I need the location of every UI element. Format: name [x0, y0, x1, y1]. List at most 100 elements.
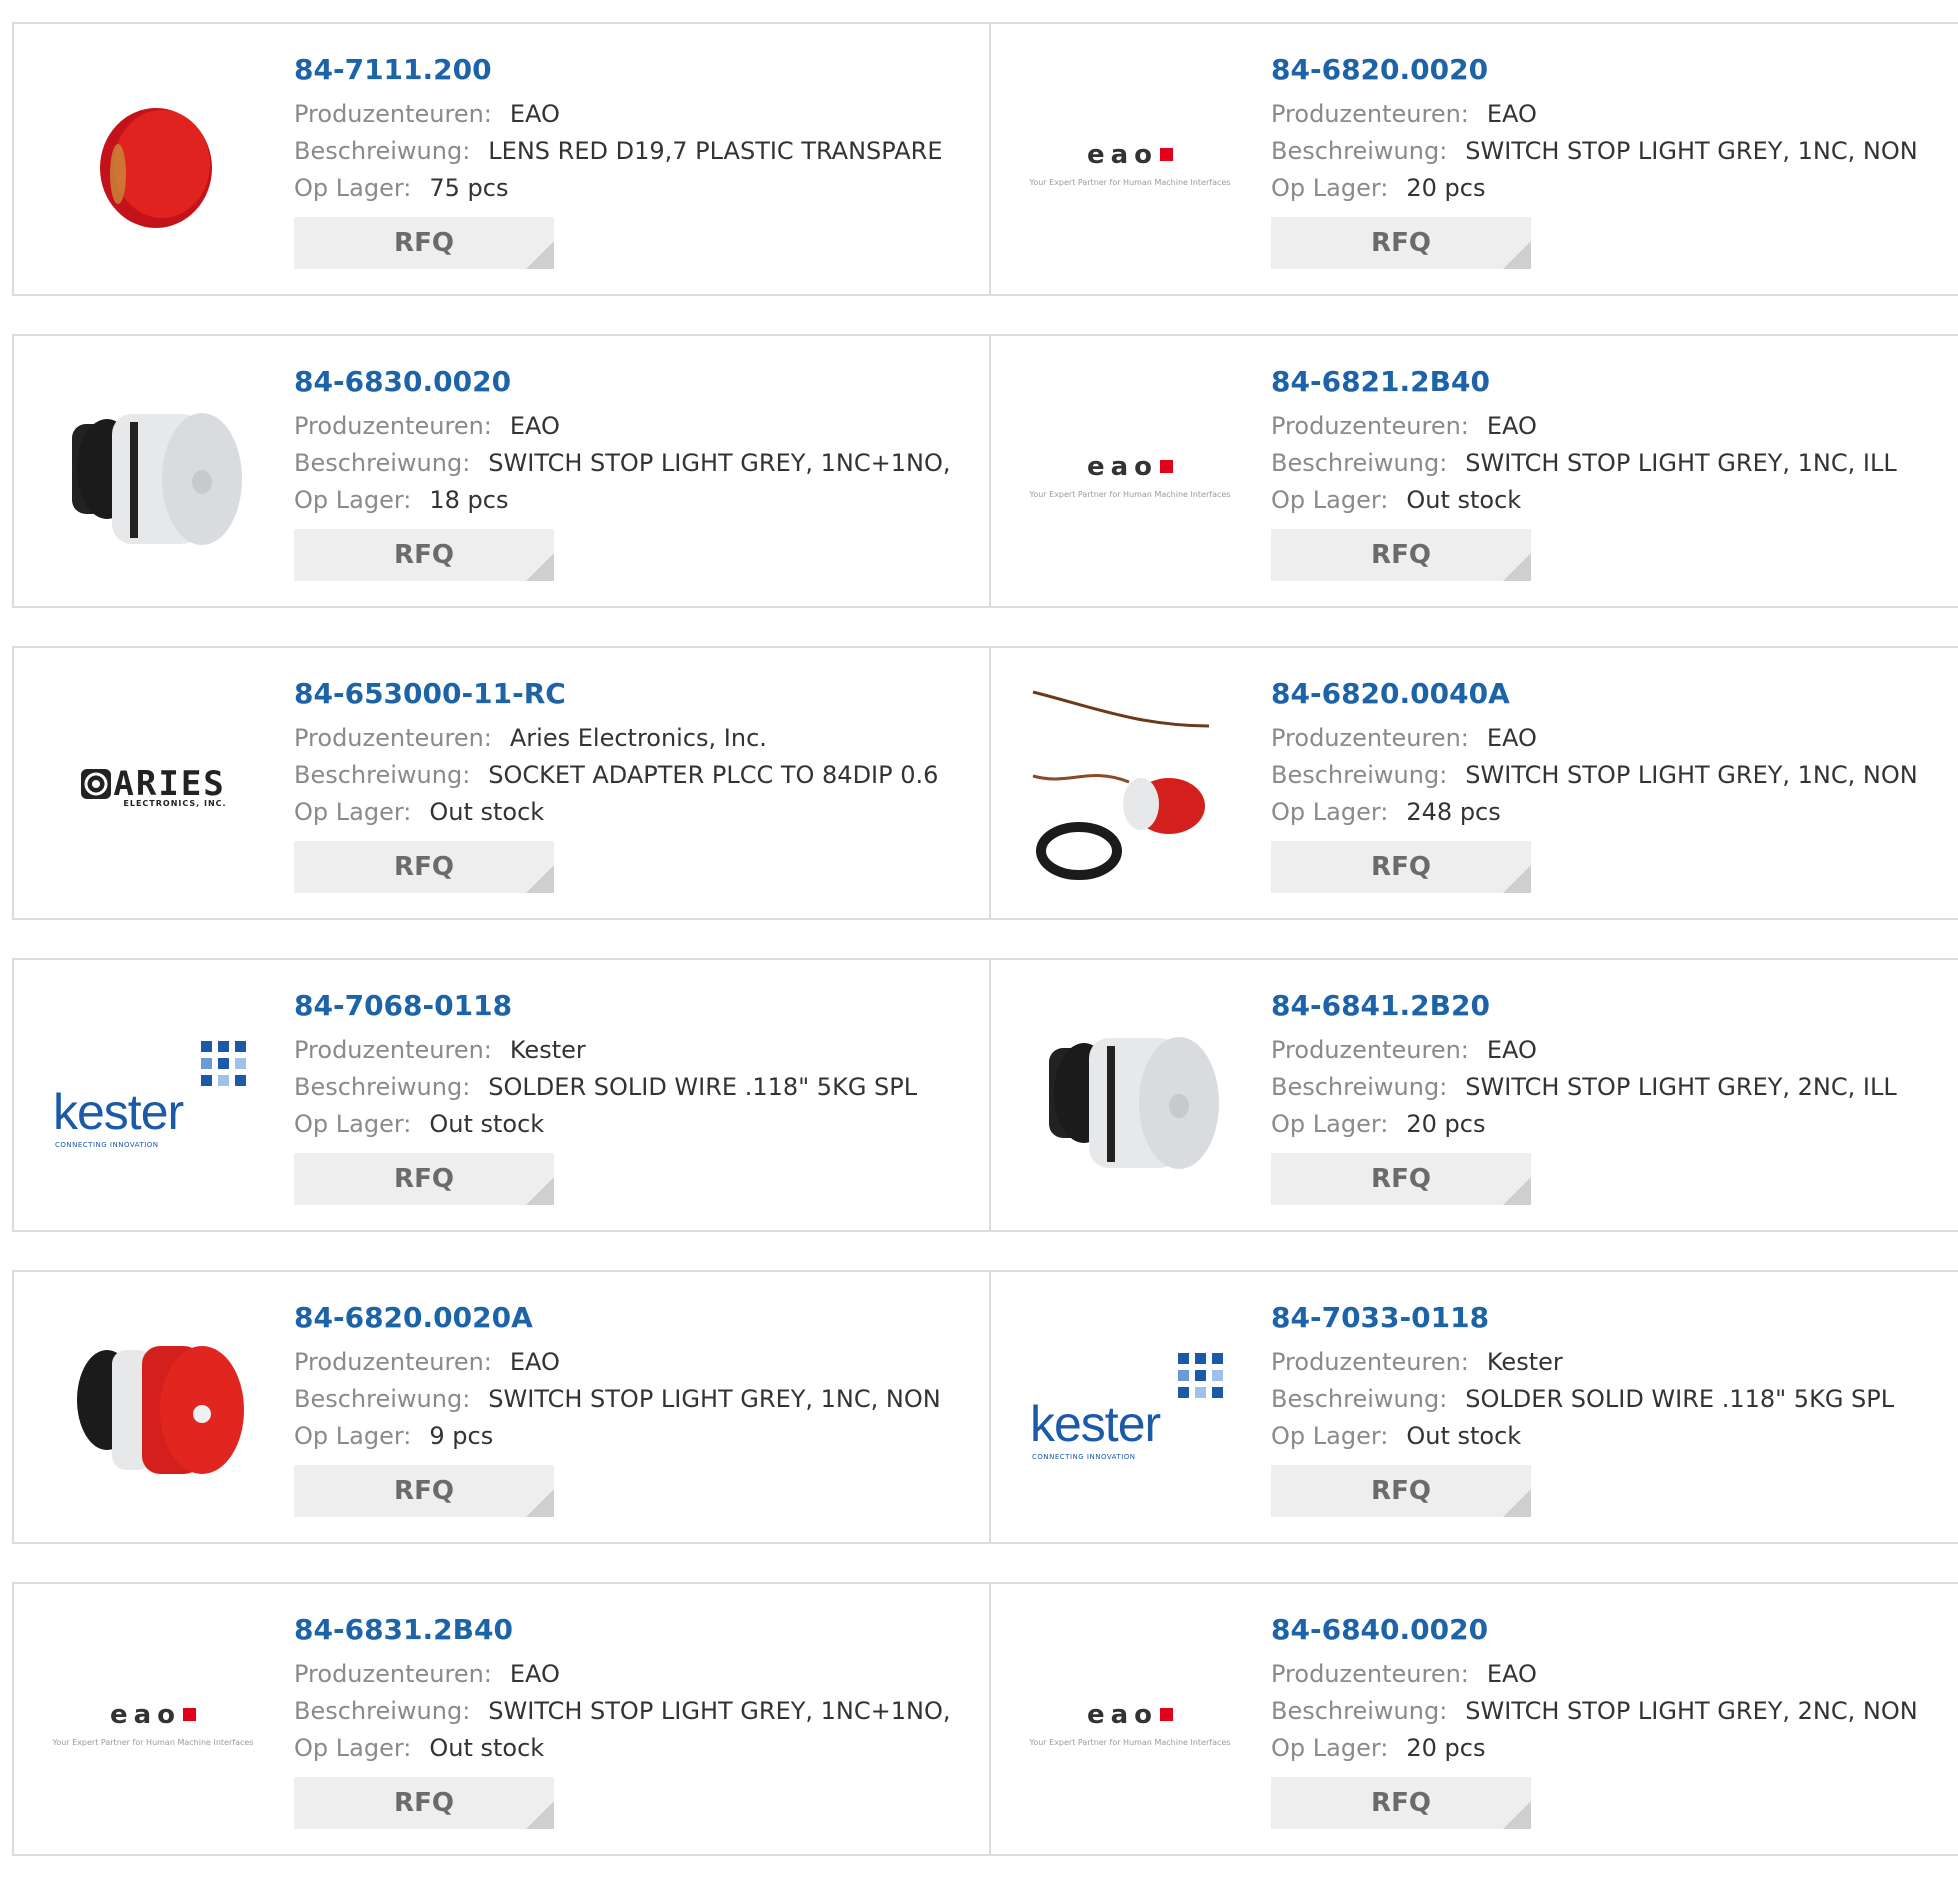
stock-value: Out stock — [429, 1734, 545, 1762]
product-thumbnail[interactable]: eao Your Expert Partner for Human Machin… — [1029, 62, 1231, 264]
rfq-button[interactable]: RFQ — [294, 1777, 554, 1829]
manufacturer-row: Produzenteuren: EAO — [294, 1344, 979, 1381]
rfq-button[interactable]: RFQ — [294, 1153, 554, 1205]
part-number-link[interactable]: 84-6820.0020 — [1271, 52, 1948, 88]
stock-label: Op Lager: — [294, 174, 412, 202]
manufacturer-label: Produzenteuren: — [1271, 1036, 1469, 1064]
part-number-link[interactable]: 84-6841.2B20 — [1271, 988, 1948, 1024]
rfq-button[interactable]: RFQ — [294, 529, 554, 581]
part-number-link[interactable]: 84-7033-0118 — [1271, 1300, 1948, 1336]
red-lens-image — [100, 108, 212, 228]
product-card: ARIES ELECTRONICS, INC. 84-653000-11-RC … — [12, 646, 991, 920]
part-number-link[interactable]: 84-6821.2B40 — [1271, 364, 1948, 400]
product-thumbnail[interactable]: eao Your Expert Partner for Human Machin… — [1029, 374, 1231, 576]
product-thumbnail[interactable] — [52, 374, 254, 576]
corner-triangle-icon — [526, 241, 554, 269]
product-info: 84-7111.200 Produzenteuren: EAO Beschreiw… — [294, 52, 979, 269]
corner-triangle-icon — [526, 1489, 554, 1517]
stock-label: Op Lager: — [1271, 1422, 1389, 1450]
part-number-link[interactable]: 84-6820.0040A — [1271, 676, 1948, 712]
rfq-button[interactable]: RFQ — [1271, 1465, 1531, 1517]
product-thumbnail[interactable]: kester CONNECTING INNOVATION — [1029, 1310, 1231, 1512]
rfq-button[interactable]: RFQ — [294, 217, 554, 269]
stock-label: Op Lager: — [1271, 174, 1389, 202]
description-label: Beschreiwung: — [1271, 1385, 1448, 1413]
product-thumbnail[interactable] — [1029, 998, 1231, 1200]
stock-value: 248 pcs — [1406, 798, 1501, 826]
manufacturer-row: Produzenteuren: EAO — [1271, 1656, 1948, 1693]
description-row: Beschreiwung: SWITCH STOP LIGHT GREY, 1NC… — [1271, 133, 1948, 170]
product-thumbnail[interactable] — [52, 62, 254, 264]
product-card: eao Your Expert Partner for Human Machin… — [991, 334, 1958, 608]
eao-logo: eao Your Expert Partner for Human Machin… — [1029, 139, 1231, 187]
rfq-label: RFQ — [394, 1476, 454, 1506]
stock-value: 20 pcs — [1406, 174, 1486, 202]
rfq-button[interactable]: RFQ — [294, 841, 554, 893]
stock-row: Op Lager: 20 pcs — [1271, 170, 1948, 207]
part-number-link[interactable]: 84-7068-0118 — [294, 988, 979, 1024]
description-row: Beschreiwung: SWITCH STOP LIGHT GREY, 2NC… — [1271, 1693, 1948, 1730]
corner-triangle-icon — [1503, 865, 1531, 893]
part-number-link[interactable]: 84-6830.0020 — [294, 364, 979, 400]
stock-value: Out stock — [429, 798, 545, 826]
rfq-button[interactable]: RFQ — [1271, 217, 1531, 269]
product-thumbnail[interactable]: ARIES ELECTRONICS, INC. — [52, 686, 254, 888]
corner-triangle-icon — [526, 1177, 554, 1205]
part-number-link[interactable]: 84-6820.0020A — [294, 1300, 979, 1336]
rfq-button[interactable]: RFQ — [1271, 1777, 1531, 1829]
rfq-label: RFQ — [1371, 852, 1431, 882]
product-info: 84-6820.0020A Produzenteuren: EAO Beschre… — [294, 1300, 979, 1517]
part-number-link[interactable]: 84-6831.2B40 — [294, 1612, 979, 1648]
product-info: 84-6831.2B40 Produzenteuren: EAO Beschrei… — [294, 1612, 979, 1829]
description-label: Beschreiwung: — [1271, 1697, 1448, 1725]
rfq-button[interactable]: RFQ — [1271, 529, 1531, 581]
stock-label: Op Lager: — [1271, 1110, 1389, 1138]
description-value: SOLDER SOLID WIRE .118" 5KG SPL — [1465, 1385, 1895, 1413]
description-label: Beschreiwung: — [1271, 137, 1448, 165]
eao-logo: eao Your Expert Partner for Human Machin… — [1029, 451, 1231, 499]
rfq-label: RFQ — [1371, 540, 1431, 570]
stock-row: Op Lager: 20 pcs — [1271, 1730, 1948, 1767]
stock-value: 20 pcs — [1406, 1734, 1486, 1762]
rfq-button[interactable]: RFQ — [294, 1465, 554, 1517]
manufacturer-row: Produzenteuren: EAO — [1271, 1032, 1948, 1069]
part-number-link[interactable]: 84-7111.200 — [294, 52, 979, 88]
description-value: SWITCH STOP LIGHT GREY, 1NC+1NO, — [488, 449, 951, 477]
manufacturer-row: Produzenteuren: Kester — [294, 1032, 979, 1069]
part-number-link[interactable]: 84-653000-11-RC — [294, 676, 979, 712]
manufacturer-value: Aries Electronics, Inc. — [509, 724, 767, 752]
manufacturer-row: Produzenteuren: Kester — [1271, 1344, 1948, 1381]
manufacturer-row: Produzenteuren: EAO — [1271, 720, 1948, 757]
corner-triangle-icon — [1503, 1489, 1531, 1517]
product-card: 84-6830.0020 Produzenteuren: EAO Beschrei… — [12, 334, 991, 608]
stock-value: 18 pcs — [429, 486, 509, 514]
stock-label: Op Lager: — [294, 798, 412, 826]
description-value: SWITCH STOP LIGHT GREY, 1NC, ILL — [1465, 449, 1897, 477]
manufacturer-row: Produzenteuren: Aries Electronics, Inc. — [294, 720, 979, 757]
description-row: Beschreiwung: SWITCH STOP LIGHT GREY, 1NC… — [294, 1381, 979, 1418]
stock-row: Op Lager: 248 pcs — [1271, 794, 1948, 831]
product-thumbnail[interactable]: eao Your Expert Partner for Human Machin… — [1029, 1622, 1231, 1824]
product-thumbnail[interactable] — [1029, 686, 1231, 888]
description-row: Beschreiwung: SOLDER SOLID WIRE .118" 5KG… — [1271, 1381, 1948, 1418]
corner-triangle-icon — [526, 1801, 554, 1829]
rfq-button[interactable]: RFQ — [1271, 1153, 1531, 1205]
manufacturer-label: Produzenteuren: — [294, 412, 492, 440]
corner-triangle-icon — [1503, 1801, 1531, 1829]
eao-logo: eao Your Expert Partner for Human Machin… — [1029, 1699, 1231, 1747]
manufacturer-value: EAO — [1486, 724, 1537, 752]
description-row: Beschreiwung: SWITCH STOP LIGHT GREY, 1NC… — [294, 445, 979, 482]
stock-row: Op Lager: 75 pcs — [294, 170, 979, 207]
stock-value: Out stock — [1406, 1422, 1522, 1450]
product-thumbnail[interactable]: eao Your Expert Partner for Human Machin… — [52, 1622, 254, 1824]
product-thumbnail[interactable] — [52, 1310, 254, 1512]
stock-row: Op Lager: 9 pcs — [294, 1418, 979, 1455]
product-thumbnail[interactable]: kester CONNECTING INNOVATION — [52, 998, 254, 1200]
manufacturer-label: Produzenteuren: — [294, 1348, 492, 1376]
description-value: SOLDER SOLID WIRE .118" 5KG SPL — [488, 1073, 918, 1101]
part-number-link[interactable]: 84-6840.0020 — [1271, 1612, 1948, 1648]
product-info: 84-6830.0020 Produzenteuren: EAO Beschrei… — [294, 364, 979, 581]
rfq-button[interactable]: RFQ — [1271, 841, 1531, 893]
stock-label: Op Lager: — [294, 1110, 412, 1138]
rfq-label: RFQ — [394, 1788, 454, 1818]
